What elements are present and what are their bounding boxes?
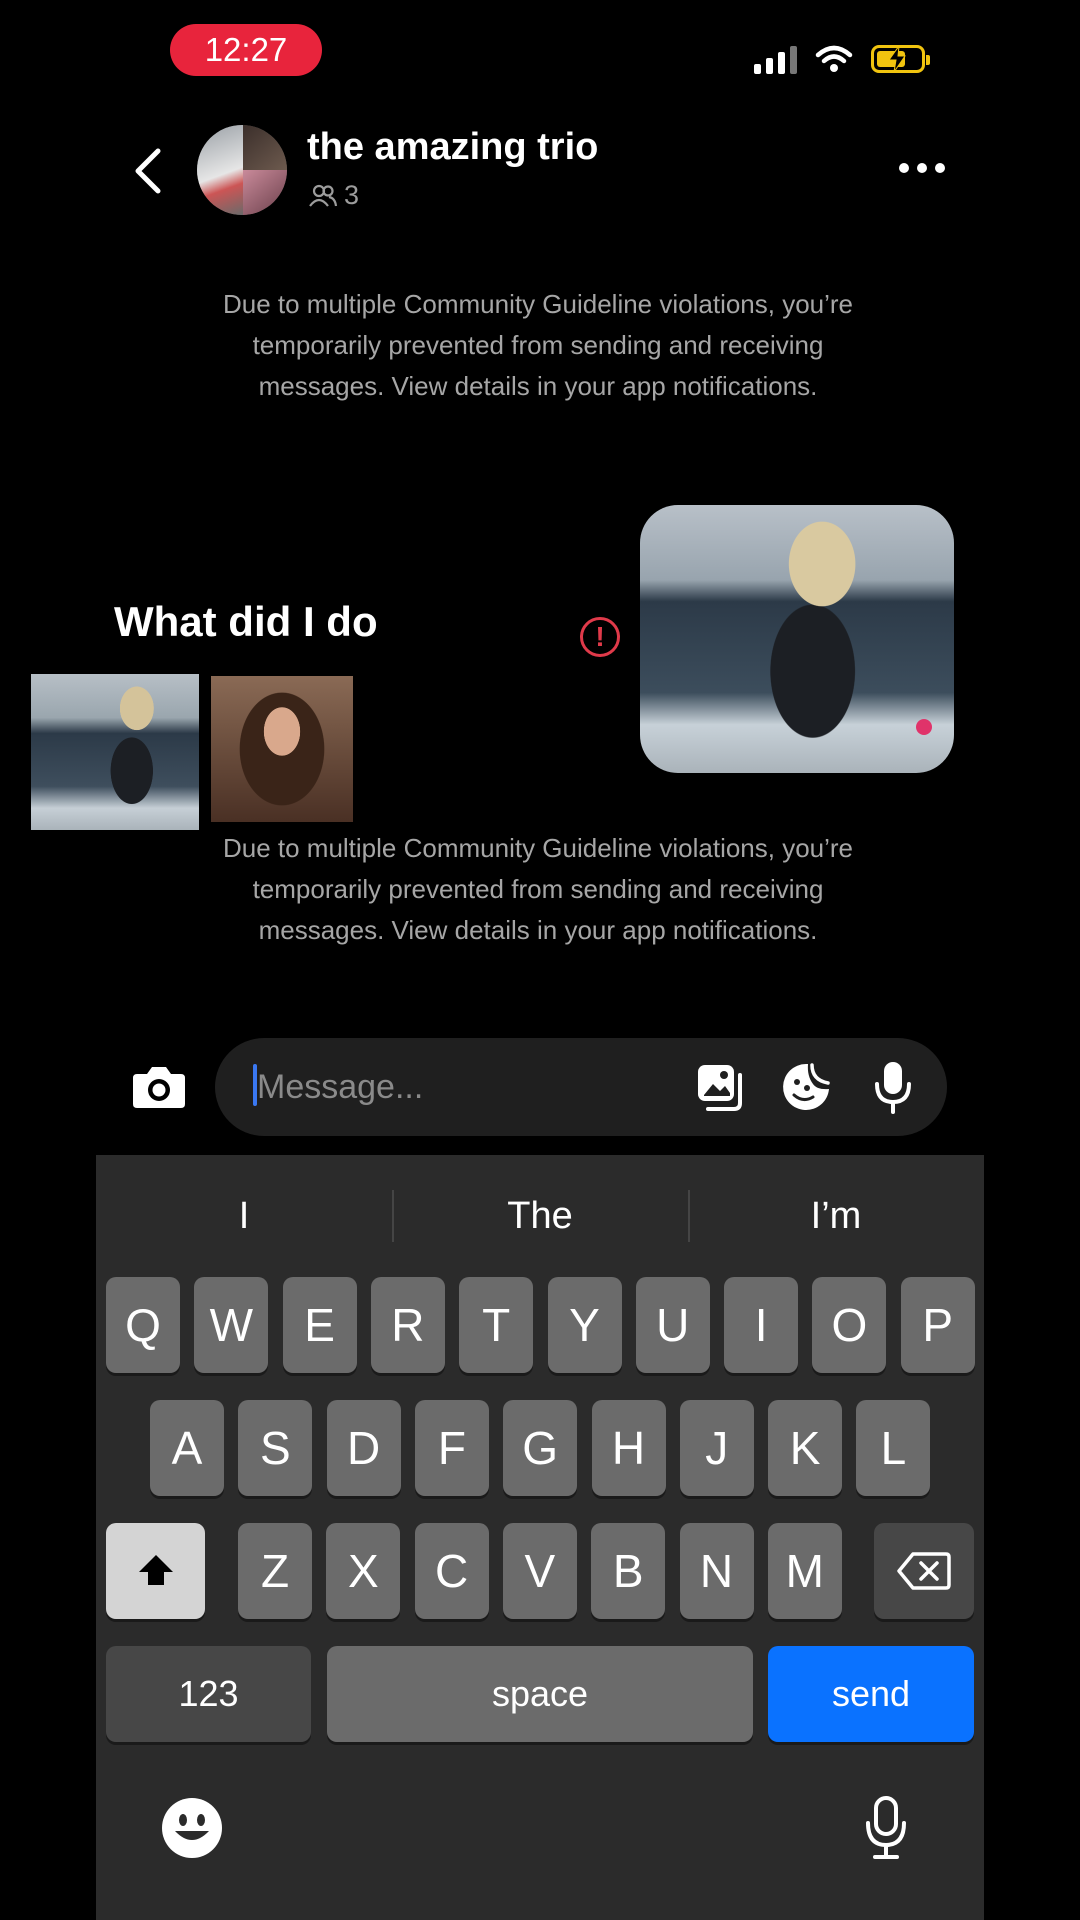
backspace-icon [897, 1552, 951, 1590]
key-r[interactable]: R [370, 1277, 445, 1373]
guideline-notice: Due to multiple Community Guideline viol… [222, 833, 854, 945]
key-z[interactable]: Z [238, 1523, 312, 1619]
key-h[interactable]: H [591, 1400, 666, 1496]
key-a[interactable]: A [150, 1400, 224, 1496]
key-x[interactable]: X [326, 1523, 401, 1619]
battery-charging-icon [871, 45, 930, 73]
key-j[interactable]: J [679, 1400, 754, 1496]
numbers-key[interactable]: 123 [106, 1646, 311, 1742]
gallery-icon[interactable] [696, 1063, 744, 1111]
sent-image-message[interactable] [640, 505, 954, 773]
suggestion[interactable]: The [392, 1180, 688, 1252]
send-failed-icon[interactable]: ! [580, 617, 620, 657]
key-o[interactable]: O [812, 1277, 887, 1373]
received-message-text: What did I do [114, 598, 378, 645]
space-key[interactable]: space [327, 1646, 753, 1742]
suggestion[interactable]: I [96, 1180, 392, 1252]
group-avatar[interactable] [197, 125, 287, 215]
key-m[interactable]: M [767, 1523, 842, 1619]
back-chevron-icon[interactable] [128, 145, 168, 197]
message-input[interactable] [255, 1050, 669, 1124]
people-icon [309, 184, 338, 207]
dictation-mic-icon[interactable] [863, 1795, 909, 1861]
camera-icon[interactable] [131, 1062, 187, 1110]
key-b[interactable]: B [591, 1523, 666, 1619]
key-n[interactable]: N [679, 1523, 754, 1619]
wifi-icon [815, 45, 853, 72]
chat-title[interactable]: the amazing trio [307, 126, 598, 169]
member-count[interactable]: 3 [308, 180, 359, 211]
key-q[interactable]: Q [106, 1277, 180, 1373]
key-s[interactable]: S [238, 1400, 313, 1496]
send-key[interactable]: send [768, 1646, 974, 1742]
status-time: 12:27 [170, 24, 322, 76]
key-i[interactable]: I [724, 1277, 799, 1373]
key-g[interactable]: G [503, 1400, 578, 1496]
key-k[interactable]: K [768, 1400, 843, 1496]
predictive-bar: I The I’m [96, 1180, 984, 1252]
guideline-notice: Due to multiple Community Guideline viol… [222, 289, 854, 401]
key-t[interactable]: T [459, 1277, 534, 1373]
key-d[interactable]: D [326, 1400, 401, 1496]
more-options-icon[interactable] [899, 163, 945, 173]
received-image-1[interactable] [31, 674, 199, 830]
sticker-icon[interactable] [781, 1062, 831, 1112]
emoji-icon[interactable] [161, 1797, 223, 1859]
key-w[interactable]: W [194, 1277, 269, 1373]
microphone-icon[interactable] [873, 1060, 913, 1114]
shift-arrow-icon [138, 1555, 173, 1585]
key-p[interactable]: P [900, 1277, 975, 1373]
key-u[interactable]: U [635, 1277, 710, 1373]
shift-key[interactable] [106, 1523, 205, 1619]
suggestion[interactable]: I’m [688, 1180, 984, 1252]
key-c[interactable]: C [414, 1523, 489, 1619]
member-count-value: 3 [344, 180, 360, 210]
status-icons [754, 40, 930, 78]
received-image-2[interactable] [211, 676, 353, 822]
cellular-signal-icon [754, 44, 797, 74]
key-l[interactable]: L [856, 1400, 931, 1496]
key-y[interactable]: Y [547, 1277, 622, 1373]
delete-key[interactable] [874, 1523, 974, 1619]
key-v[interactable]: V [502, 1523, 577, 1619]
key-e[interactable]: E [282, 1277, 357, 1373]
key-f[interactable]: F [414, 1400, 489, 1496]
